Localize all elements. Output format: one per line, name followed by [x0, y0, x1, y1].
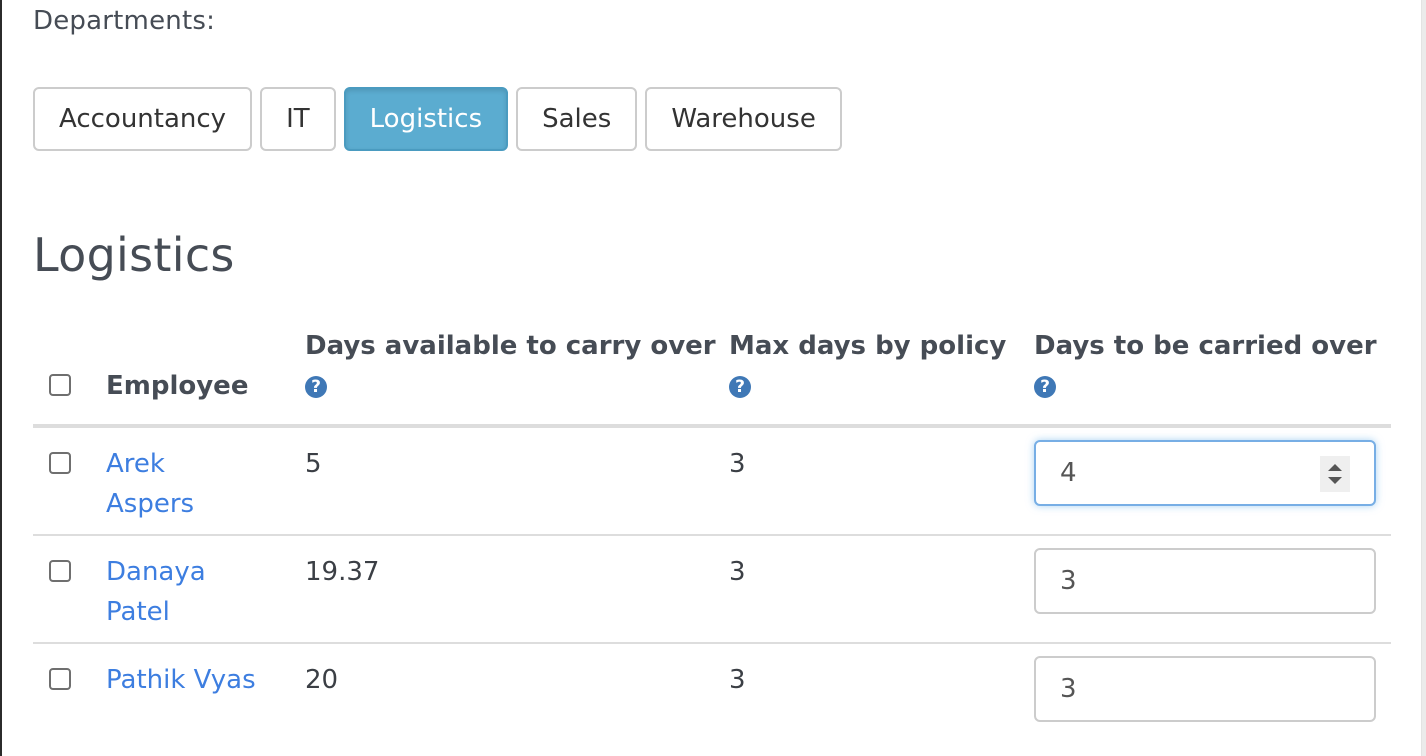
row-select-cell [33, 643, 106, 732]
table-row: Danaya Patel 19.37 3 3 [33, 535, 1391, 644]
number-spinner[interactable] [1320, 456, 1350, 492]
days-to-carry-input[interactable]: 4 [1034, 440, 1376, 506]
row-select-cell [33, 426, 106, 536]
department-button-warehouse[interactable]: Warehouse [645, 87, 842, 151]
days-to-carry-value: 4 [1060, 458, 1077, 488]
help-icon[interactable]: ? [729, 375, 751, 398]
days-to-carry-cell: 3 [1034, 643, 1391, 732]
days-to-carry-value: 3 [1060, 674, 1077, 704]
employee-cell: Arek Aspers [106, 426, 305, 536]
header-days-available-label: Days available to carry over [305, 331, 716, 361]
row-checkbox[interactable] [49, 451, 71, 474]
window-edge-left [0, 0, 2, 756]
max-days-cell: 3 [729, 426, 1034, 536]
table-row: Pathik Vyas 20 3 3 [33, 643, 1391, 732]
header-days-available: Days available to carry over ? [305, 318, 729, 428]
department-button-sales[interactable]: Sales [516, 87, 638, 151]
days-to-carry-input[interactable]: 3 [1034, 548, 1376, 614]
employee-cell: Danaya Patel [106, 535, 305, 644]
departments-label: Departments: [33, 6, 216, 36]
days-available-cell: 5 [305, 426, 729, 536]
help-icon[interactable]: ? [305, 375, 327, 398]
max-days-cell: 3 [729, 535, 1034, 644]
header-employee: Employee [106, 318, 305, 428]
select-all-checkbox[interactable] [49, 373, 71, 396]
days-to-carry-value: 3 [1060, 566, 1077, 596]
department-button-logistics[interactable]: Logistics [343, 87, 509, 151]
section-title: Logistics [33, 228, 235, 282]
header-select-cell [33, 318, 106, 428]
days-to-carry-cell: 4 [1034, 426, 1391, 536]
carry-over-table: Employee Days available to carry over ? … [33, 318, 1391, 732]
days-available-cell: 20 [305, 665, 339, 695]
employee-link[interactable]: Arek Aspers [106, 444, 256, 524]
department-button-it[interactable]: IT [260, 87, 336, 151]
row-select-cell [33, 535, 106, 644]
department-button-group: Accountancy IT Logistics Sales Warehouse [33, 87, 842, 151]
row-checkbox[interactable] [49, 559, 71, 582]
table-row: Arek Aspers 5 3 4 [33, 426, 1391, 536]
header-days-to-carry: Days to be carried over ? [1034, 318, 1391, 428]
header-max-days: Max days by policy ? [729, 318, 1034, 428]
max-days-cell: 3 [729, 665, 746, 695]
employee-link[interactable]: Pathik Vyas [106, 660, 256, 700]
header-days-to-carry-label: Days to be carried over [1034, 331, 1377, 361]
help-icon[interactable]: ? [1034, 375, 1056, 398]
employee-link[interactable]: Danaya Patel [106, 552, 256, 632]
days-available-cell: 19.37 [305, 535, 729, 644]
employee-cell: Pathik Vyas [106, 643, 305, 732]
increment-arrow-icon[interactable] [1328, 464, 1342, 471]
decrement-arrow-icon[interactable] [1328, 477, 1342, 484]
days-to-carry-input[interactable]: 3 [1034, 656, 1376, 722]
scrollbar-track[interactable] [1421, 0, 1426, 756]
table-header-row: Employee Days available to carry over ? … [33, 318, 1391, 428]
department-button-accountancy[interactable]: Accountancy [33, 87, 253, 151]
row-checkbox[interactable] [49, 667, 71, 690]
header-max-days-label: Max days by policy [729, 331, 1007, 361]
days-to-carry-cell: 3 [1034, 535, 1391, 644]
